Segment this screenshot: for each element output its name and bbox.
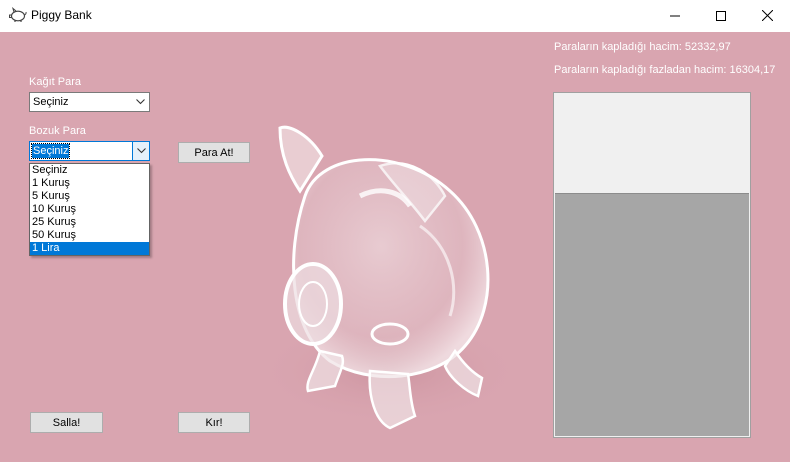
break-button[interactable]: Kır! (178, 412, 250, 433)
volume-text: Paraların kapladığı hacim: 52332,97 (554, 41, 731, 53)
coin-option[interactable]: 5 Kuruş (30, 190, 149, 203)
coin-option[interactable]: Seçiniz (30, 164, 149, 177)
coin-combobox[interactable]: Seçiniz (29, 141, 150, 161)
piggy-bank-icon (9, 7, 27, 22)
paper-money-label: Kağıt Para (29, 76, 81, 88)
fill-level-bar (555, 193, 749, 436)
minimize-icon (670, 15, 680, 16)
coin-selected: Seçiniz (30, 143, 71, 159)
coin-option[interactable]: 50 Kuruş (30, 229, 149, 242)
drop-money-button[interactable]: Para At! (178, 142, 250, 163)
maximize-icon (716, 10, 726, 21)
coin-option[interactable]: 1 Kuruş (30, 177, 149, 190)
close-button[interactable] (744, 0, 790, 31)
close-icon (761, 10, 773, 21)
maximize-button[interactable] (698, 0, 744, 31)
coin-option-highlighted[interactable]: 1 Lira (30, 242, 149, 255)
fill-level-empty-area (555, 94, 749, 194)
chevron-down-icon[interactable] (132, 142, 149, 160)
overflow-volume-text: Paraların kapladığı fazladan hacim: 1630… (554, 64, 776, 76)
minimize-button[interactable] (652, 0, 698, 31)
coin-option[interactable]: 25 Kuruş (30, 216, 149, 229)
glass-piggy-bank-image (255, 125, 525, 430)
paper-money-selected: Seçiniz (33, 96, 69, 108)
coin-option[interactable]: 10 Kuruş (30, 203, 149, 216)
shake-button[interactable]: Salla! (30, 412, 103, 433)
main-window-body: Kağıt Para Seçiniz Bozuk Para Seçiniz Se… (0, 32, 790, 462)
title-bar: Piggy Bank (0, 0, 790, 32)
coin-label: Bozuk Para (29, 125, 86, 137)
paper-money-combobox[interactable]: Seçiniz (29, 92, 150, 112)
chevron-down-icon[interactable] (132, 93, 149, 111)
window-title: Piggy Bank (31, 8, 92, 22)
coin-dropdown-list: Seçiniz 1 Kuruş 5 Kuruş 10 Kuruş 25 Kuru… (29, 163, 150, 256)
fill-level-panel (553, 92, 751, 438)
